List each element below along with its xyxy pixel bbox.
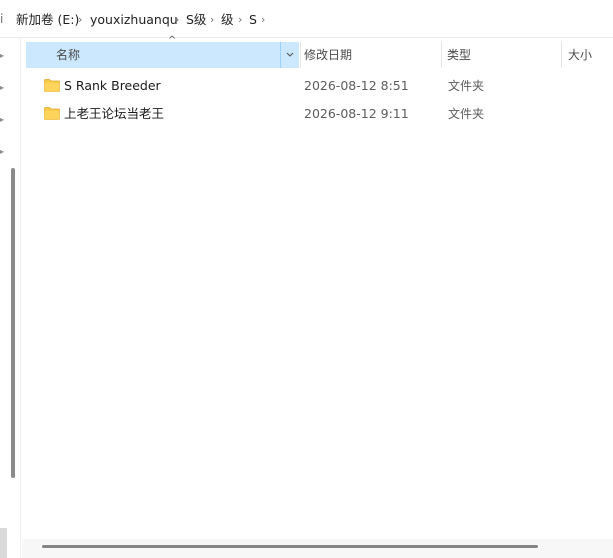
breadcrumb-item-s-ji[interactable]: S级 <box>186 11 206 28</box>
column-filter-dropdown[interactable] <box>280 42 299 68</box>
table-row[interactable]: 上老王论坛当老王 2026-08-12 9:11 文件夹 <box>26 101 613 127</box>
file-name[interactable]: 上老王论坛当老王 <box>64 101 164 127</box>
chevron-right-icon[interactable]: › <box>238 11 242 28</box>
file-type: 文件夹 <box>448 79 485 93</box>
chevron-right-icon[interactable]: › <box>210 11 214 28</box>
nav-scrollbar[interactable] <box>11 168 15 478</box>
breadcrumb-item-drive[interactable]: 新加卷 (E:) <box>16 11 79 28</box>
nav-expand-icon[interactable]: ▸ <box>0 53 4 59</box>
nav-expand-icon[interactable]: ▸ <box>0 85 4 91</box>
chevron-right-icon[interactable]: › <box>261 11 265 28</box>
column-header-type[interactable]: 类型 <box>447 42 471 68</box>
column-header-size[interactable]: 大小 <box>568 42 592 68</box>
folder-icon <box>44 79 60 92</box>
chevron-right-icon[interactable]: › <box>78 11 82 28</box>
column-divider[interactable] <box>441 42 442 68</box>
nav-expand-icon[interactable]: ▸ <box>0 149 4 155</box>
file-date-modified: 2026-08-12 9:11 <box>304 106 409 121</box>
column-header-date-modified[interactable]: 修改日期 <box>304 42 352 68</box>
column-header-type-label: 类型 <box>447 48 472 62</box>
file-type: 文件夹 <box>448 107 485 121</box>
column-divider[interactable] <box>300 42 301 68</box>
nav-pane-fragment <box>0 528 7 558</box>
chevron-down-icon <box>286 52 294 57</box>
breadcrumb-overflow-fragment: i <box>0 12 4 26</box>
column-header-name[interactable]: 名称 <box>26 42 299 68</box>
column-header-size-label: 大小 <box>568 48 593 62</box>
file-name[interactable]: S Rank Breeder <box>64 73 161 99</box>
address-bar[interactable]: i 新加卷 (E:) › youxizhuanqu › S级 › 级 › S › <box>0 0 613 38</box>
horizontal-scrollbar-thumb[interactable] <box>42 545 538 548</box>
breadcrumb-item-youxizhuanqu[interactable]: youxizhuanqu <box>90 11 178 28</box>
breadcrumb-item-ji[interactable]: 级 <box>221 11 234 28</box>
file-list-pane[interactable]: 名称 ^ 修改日期 类型 大小 S Rank Breeder 2026-08-1… <box>22 35 613 558</box>
column-header-name-label: 名称 <box>56 48 81 62</box>
pane-divider[interactable] <box>20 38 21 558</box>
horizontal-scrollbar[interactable] <box>22 539 613 558</box>
breadcrumb-item-s[interactable]: S <box>249 11 257 28</box>
navigation-pane[interactable]: ▸ ▸ ▸ ▸ <box>0 38 20 558</box>
file-date-modified: 2026-08-12 8:51 <box>304 78 409 93</box>
folder-icon <box>44 107 60 120</box>
chevron-right-icon[interactable]: › <box>175 11 179 28</box>
table-row[interactable]: S Rank Breeder 2026-08-12 8:51 文件夹 <box>26 73 613 99</box>
column-header-date-label: 修改日期 <box>304 48 353 62</box>
nav-expand-icon[interactable]: ▸ <box>0 117 4 123</box>
column-divider[interactable] <box>561 42 562 68</box>
sort-ascending-icon: ^ <box>168 35 177 46</box>
